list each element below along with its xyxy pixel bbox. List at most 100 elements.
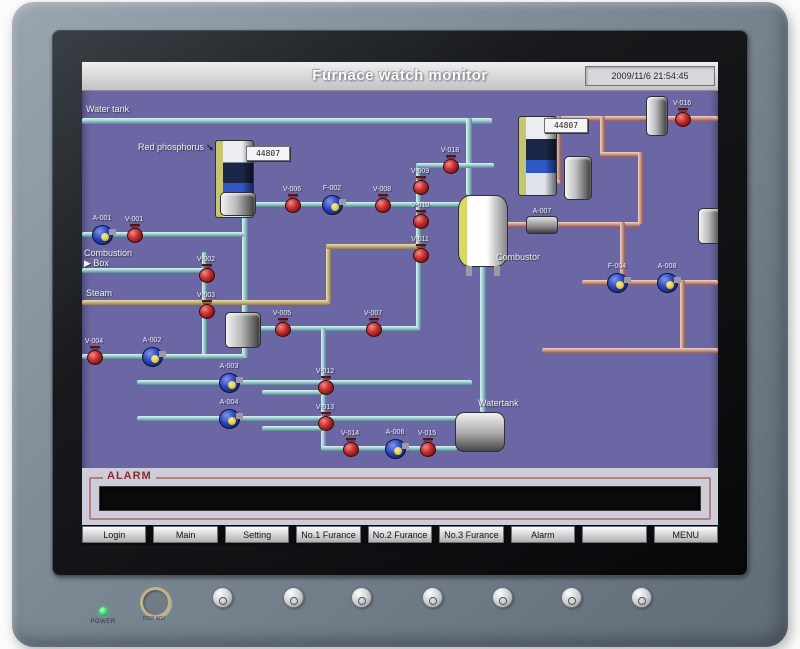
bezel-button-4[interactable]: [422, 587, 443, 608]
valve-label: V-013: [316, 404, 334, 411]
valve-label: V-005: [273, 310, 291, 317]
buffer-tank: [220, 192, 256, 216]
pipe-segment: [326, 244, 420, 249]
pump-a-003: A-003: [217, 363, 241, 393]
buffer-tank: [225, 312, 261, 348]
nav-button-menu[interactable]: MENU: [654, 526, 718, 543]
diagram-label: Red phosphorus: [138, 142, 214, 153]
pump-icon: [385, 439, 406, 459]
valve-v-004: V-004: [83, 338, 105, 366]
pump-label: A-006: [386, 429, 405, 436]
valve-icon: [343, 442, 359, 457]
level-readout: 44807: [544, 118, 588, 133]
pipe-segment: [137, 416, 472, 421]
pipe-segment: [242, 202, 468, 207]
nav-button-login[interactable]: Login: [82, 526, 146, 543]
valve-icon: [199, 304, 215, 319]
power-led-label: POWER: [78, 619, 128, 625]
pipe-segment: [542, 348, 718, 353]
diagram-label: Steam: [86, 288, 112, 298]
valve-icon: [127, 228, 143, 243]
bezel-button-3[interactable]: [351, 587, 372, 608]
motor-a-007: A-007: [526, 216, 558, 234]
bezel-button-6[interactable]: [561, 587, 582, 608]
pump-icon: [219, 373, 240, 393]
valve-label: V-011: [411, 236, 429, 243]
pump-a-001: A-001: [90, 215, 114, 245]
nav-button-no-3-furance[interactable]: No.3 Furance: [439, 526, 503, 543]
pump-a-002: A-002: [140, 337, 164, 367]
valve-label: V-002: [197, 256, 215, 263]
valve-label: V-001: [125, 216, 143, 223]
valve-v-005: V-005: [271, 310, 293, 338]
valve-label: V-004: [85, 338, 103, 345]
valve-v-003: V-003: [195, 292, 217, 320]
valve-icon: [275, 322, 291, 337]
pipe-segment: [480, 265, 486, 412]
pump-icon: [322, 195, 343, 215]
motor-label: A-007: [533, 208, 552, 215]
bezel-button-2[interactable]: [283, 587, 304, 608]
pipe-segment: [600, 116, 605, 156]
valve-icon: [285, 198, 301, 213]
diagram-label: Combustor: [496, 252, 540, 262]
bezel-button-7[interactable]: [631, 587, 652, 608]
valve-icon: [413, 248, 429, 263]
bezel-button-5[interactable]: [492, 587, 513, 608]
pump-label: A-002: [143, 337, 162, 344]
valve-v-007: V-007: [362, 310, 384, 338]
level-readout: 44807: [246, 146, 290, 161]
nav-button-alarm[interactable]: Alarm: [511, 526, 575, 543]
adjust-knob-label: DISP ADJ: [128, 616, 180, 622]
valve-icon: [199, 268, 215, 283]
valve-v-009: V-009: [409, 168, 431, 196]
valve-icon: [413, 180, 429, 195]
diagram-layer: A-007V-001V-002V-003V-004V-005V-006V-007…: [82, 62, 718, 468]
valve-label: V-014: [341, 430, 359, 437]
buffer-tank: [646, 96, 668, 136]
pipe-segment: [326, 244, 331, 302]
nav-button-main[interactable]: Main: [153, 526, 217, 543]
valve-icon: [443, 159, 459, 174]
pump-f-002: F-002: [320, 185, 344, 215]
valve-icon: [413, 214, 429, 229]
water-tank-bottom: [455, 412, 505, 452]
pump-icon: [92, 225, 113, 245]
valve-label: V-007: [364, 310, 382, 317]
pump-icon: [607, 273, 628, 293]
valve-label: V-009: [411, 168, 429, 175]
pump-a-006: A-006: [383, 429, 407, 459]
pump-label: A-001: [93, 215, 112, 222]
nav-button-setting[interactable]: Setting: [225, 526, 289, 543]
valve-v-001: V-001: [123, 216, 145, 244]
valve-label: V-008: [373, 186, 391, 193]
pump-f-004: F-004: [605, 263, 629, 293]
power-led: [99, 607, 108, 616]
screen-frame: Furnace watch monitor 2009/11/6 21:54:45…: [52, 30, 748, 576]
valve-icon: [375, 198, 391, 213]
pump-a-008: A-008: [655, 263, 679, 293]
monitor-device: Furnace watch monitor 2009/11/6 21:54:45…: [12, 2, 788, 647]
valve-v-015: V-015: [416, 430, 438, 458]
bezel-button-1[interactable]: [212, 587, 233, 608]
valve-v-010: V-010: [409, 202, 431, 230]
pump-icon: [219, 409, 240, 429]
valve-icon: [318, 380, 334, 395]
diagram-label: Watertank: [478, 398, 519, 408]
nav-button-no-1-furance[interactable]: No.1 Furance: [296, 526, 360, 543]
adjust-knob[interactable]: [140, 587, 171, 618]
nav-button-blank[interactable]: [582, 526, 646, 543]
alarm-message-display: [99, 486, 701, 511]
pump-a-004: A-004: [217, 399, 241, 429]
valve-icon: [87, 350, 103, 365]
valve-label: V-015: [418, 430, 436, 437]
pump-icon: [142, 347, 163, 367]
valve-icon: [318, 416, 334, 431]
nav-button-bar: Login Main Setting No.1 Furance No.2 Furance…: [82, 525, 718, 545]
alarm-label: ALARM: [103, 470, 156, 482]
pump-icon: [657, 273, 678, 293]
nav-button-no-2-furance[interactable]: No.2 Furance: [368, 526, 432, 543]
alarm-groupbox: ALARM: [89, 477, 711, 520]
valve-v-011: V-011: [409, 236, 431, 264]
valve-v-013: V-013: [314, 404, 336, 432]
